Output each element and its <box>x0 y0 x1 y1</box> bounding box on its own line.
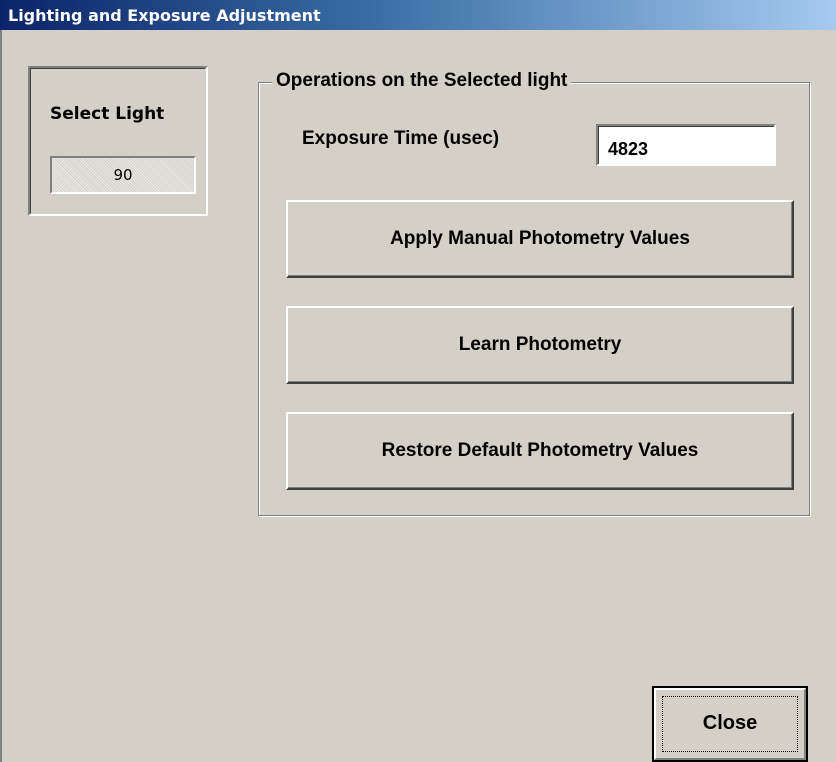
learn-photometry-button[interactable]: Learn Photometry <box>286 306 794 384</box>
apply-manual-photometry-button[interactable]: Apply Manual Photometry Values <box>286 200 794 278</box>
lighting-exposure-window: Lighting and Exposure Adjustment Select … <box>0 0 836 762</box>
exposure-time-label: Exposure Time (usec) <box>302 128 500 149</box>
close-button[interactable]: Close <box>652 686 808 762</box>
operations-group-title: Operations on the Selected light <box>272 70 572 92</box>
select-light-label: Select Light <box>50 104 165 124</box>
select-light-panel: Select Light 90 <box>28 66 208 216</box>
restore-default-photometry-button[interactable]: Restore Default Photometry Values <box>286 412 794 490</box>
close-button-label: Close <box>702 712 758 734</box>
window-border <box>0 30 2 762</box>
exposure-time-input[interactable] <box>596 124 776 166</box>
title-bar[interactable]: Lighting and Exposure Adjustment <box>0 0 836 30</box>
select-light-field[interactable]: 90 <box>50 156 196 194</box>
window-title: Lighting and Exposure Adjustment <box>8 6 321 25</box>
